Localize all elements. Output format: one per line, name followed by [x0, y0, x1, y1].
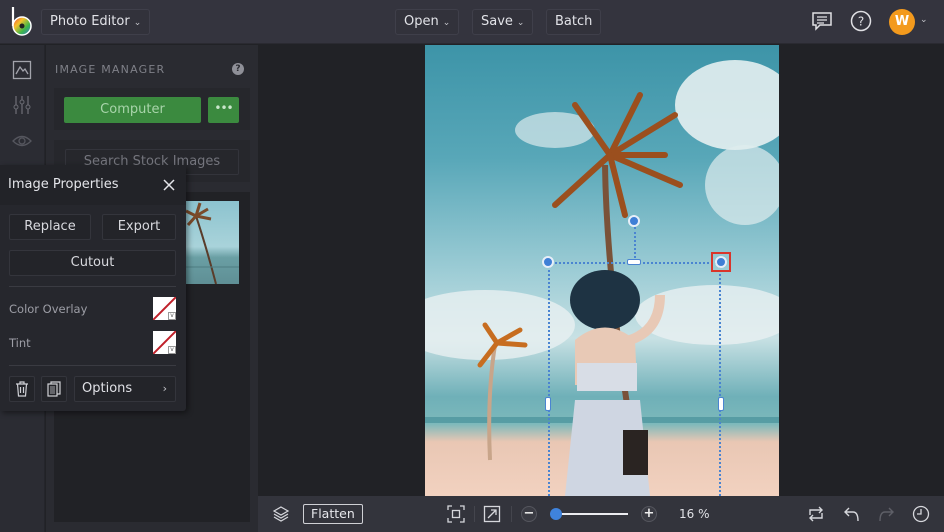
chevron-down-icon[interactable]: ⌄	[920, 15, 928, 25]
resize-handle-top[interactable]	[627, 259, 641, 265]
svg-text:?: ?	[858, 15, 864, 29]
properties-header: Image Properties	[0, 165, 186, 205]
redo-icon[interactable]	[877, 505, 895, 523]
tint-swatch[interactable]: v	[153, 331, 176, 354]
help-icon[interactable]: ?	[232, 63, 244, 75]
color-overlay-label: Color Overlay	[9, 302, 88, 316]
flatten-button[interactable]: Flatten	[303, 504, 363, 524]
open-menu[interactable]: Open ⌄	[395, 9, 460, 35]
zoom-level: 16 %	[679, 507, 710, 521]
adjustments-icon[interactable]	[12, 95, 32, 115]
zoom-out-button[interactable]: −	[521, 506, 537, 522]
bottom-toolbar: Flatten − + 16 %	[258, 496, 944, 532]
delete-button[interactable]	[9, 376, 35, 402]
duplicate-icon	[47, 381, 61, 397]
duplicate-button[interactable]	[41, 376, 67, 402]
panel-title: IMAGE MANAGER	[55, 63, 166, 76]
computer-upload-button[interactable]: Computer	[64, 97, 201, 123]
resize-handle-top-left[interactable]	[542, 256, 554, 268]
chevron-down-icon: v	[168, 312, 176, 320]
options-label: Options	[82, 381, 133, 396]
user-avatar[interactable]: W	[889, 9, 915, 35]
color-overlay-swatch[interactable]: v	[153, 297, 176, 320]
batch-label: Batch	[555, 14, 593, 29]
feedback-icon[interactable]	[811, 10, 835, 34]
resize-handle-left[interactable]	[545, 397, 551, 411]
resize-handle-right[interactable]	[718, 397, 724, 411]
batch-button[interactable]: Batch	[546, 9, 602, 35]
close-icon[interactable]	[162, 177, 176, 191]
export-button[interactable]: Export	[102, 214, 176, 240]
properties-title: Image Properties	[8, 177, 119, 192]
options-button[interactable]: Options ›	[74, 376, 176, 402]
fit-to-screen-icon[interactable]	[447, 505, 465, 523]
chevron-down-icon: ⌄	[516, 18, 525, 28]
chevron-down-icon: ⌄	[442, 18, 451, 28]
swap-icon[interactable]	[807, 505, 825, 523]
replace-button[interactable]: Replace	[9, 214, 91, 240]
rotation-guide	[634, 227, 636, 262]
zoom-slider-track[interactable]	[555, 513, 628, 515]
actual-size-icon[interactable]	[483, 505, 501, 523]
divider	[9, 365, 176, 366]
separator	[474, 506, 475, 522]
chevron-down-icon: ⌄	[133, 18, 142, 28]
photo-editor-menu[interactable]: Photo Editor ⌄	[41, 9, 151, 35]
trash-icon	[16, 381, 28, 397]
chevron-down-icon: v	[168, 346, 176, 354]
save-label: Save	[481, 14, 513, 29]
divider	[9, 286, 176, 287]
zoom-slider-handle[interactable]	[550, 508, 562, 520]
image-manager-icon[interactable]	[12, 60, 32, 80]
separator	[511, 506, 512, 522]
app-logo-icon[interactable]	[10, 6, 34, 36]
history-icon[interactable]	[912, 505, 930, 523]
highlighted-handle-frame	[711, 252, 731, 272]
image-properties-panel: Image Properties Replace Export Cutout C…	[0, 165, 186, 411]
photo-editor-label: Photo Editor	[50, 14, 130, 29]
chevron-right-icon: ›	[162, 382, 167, 395]
tint-label: Tint	[9, 336, 31, 350]
save-menu[interactable]: Save ⌄	[472, 9, 534, 35]
layers-icon[interactable]	[272, 505, 290, 523]
zoom-in-button[interactable]: +	[641, 506, 657, 522]
top-bar: Photo Editor ⌄ Open ⌄ Save ⌄ Batch ? W ⌄	[0, 0, 944, 44]
undo-icon[interactable]	[843, 505, 861, 523]
cutout-button[interactable]: Cutout	[9, 250, 176, 276]
image-thumbnail[interactable]	[186, 201, 239, 284]
more-options-button[interactable]: •••	[208, 97, 239, 123]
help-icon[interactable]: ?	[850, 10, 874, 34]
eye-icon[interactable]	[12, 131, 32, 151]
selection-box[interactable]	[548, 262, 721, 496]
open-label: Open	[404, 14, 439, 29]
rotate-handle[interactable]	[628, 215, 640, 227]
